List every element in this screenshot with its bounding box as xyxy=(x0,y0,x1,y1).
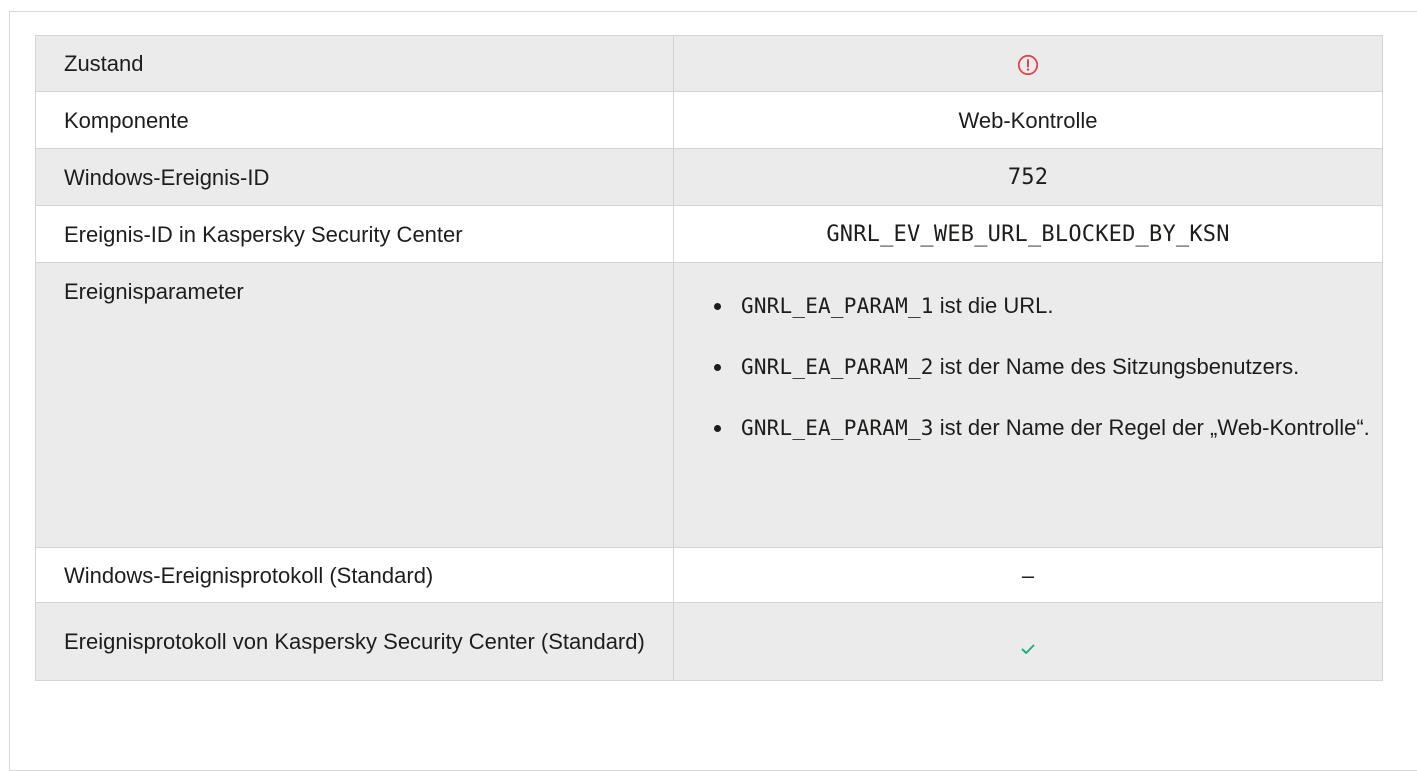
table-row-windows-event-id: Windows-Ereignis-ID 752 xyxy=(35,148,1383,206)
row-value: 752 xyxy=(673,148,1383,206)
table-row-ksc-event-id: Ereignis-ID in Kaspersky Security Center… xyxy=(35,205,1383,263)
row-value: Web-Kontrolle xyxy=(673,91,1383,149)
param-text: ist der Name des Sitzungsbenutzers. xyxy=(933,354,1300,379)
row-label: Ereignis-ID in Kaspersky Security Center xyxy=(35,205,674,263)
row-label: Windows-Ereignisprotokoll (Standard) xyxy=(35,547,674,603)
param-code: GNRL_EA_PARAM_1 xyxy=(741,294,934,318)
table-row-ksc-log: Ereignisprotokoll von Kaspersky Security… xyxy=(35,602,1383,681)
param-text: ist die URL. xyxy=(933,293,1054,318)
list-item: GNRL_EA_PARAM_3 ist der Name der Regel d… xyxy=(714,413,1382,443)
row-value: GNRL_EA_PARAM_1 ist die URL. GNRL_EA_PAR… xyxy=(673,262,1383,548)
row-label: Zustand xyxy=(35,35,674,92)
row-label: Komponente xyxy=(35,91,674,149)
row-value: – xyxy=(673,547,1383,603)
table-row-windows-log: Windows-Ereignisprotokoll (Standard) – xyxy=(35,547,1383,603)
table-row-event-parameters: Ereignisparameter GNRL_EA_PARAM_1 ist di… xyxy=(35,262,1383,548)
row-value xyxy=(673,35,1383,92)
checkmark-icon xyxy=(1020,635,1036,655)
row-label: Ereignisparameter xyxy=(35,262,674,548)
row-label: Windows-Ereignis-ID xyxy=(35,148,674,206)
parameter-list: GNRL_EA_PARAM_1 ist die URL. GNRL_EA_PAR… xyxy=(714,291,1382,443)
param-code: GNRL_EA_PARAM_3 xyxy=(741,416,934,440)
warning-circle-icon xyxy=(1017,54,1039,76)
row-label: Ereignisprotokoll von Kaspersky Security… xyxy=(35,602,674,681)
row-value xyxy=(673,602,1383,681)
list-item: GNRL_EA_PARAM_1 ist die URL. xyxy=(714,291,1382,321)
param-text: ist der Name der Regel der „Web-Kontroll… xyxy=(933,415,1370,440)
event-details-table: Zustand Komponente Web-Kontrolle Windows… xyxy=(35,35,1383,681)
param-code: GNRL_EA_PARAM_2 xyxy=(741,355,934,379)
row-value: GNRL_EV_WEB_URL_BLOCKED_BY_KSN xyxy=(673,205,1383,263)
table-row-component: Komponente Web-Kontrolle xyxy=(35,91,1383,149)
table-row-state: Zustand xyxy=(35,35,1383,92)
list-item: GNRL_EA_PARAM_2 ist der Name des Sitzung… xyxy=(714,352,1382,382)
